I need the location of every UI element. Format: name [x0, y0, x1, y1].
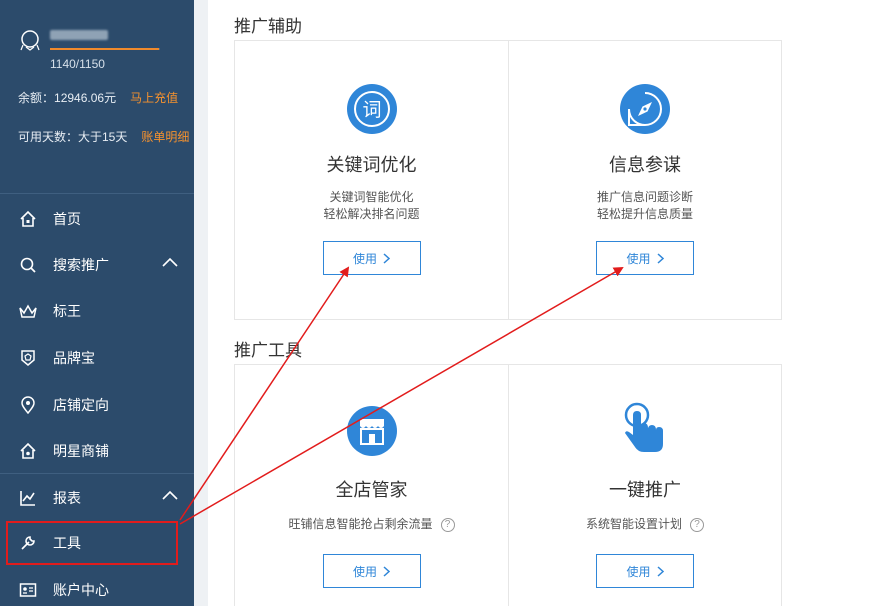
level-progress-bar — [50, 48, 160, 50]
sidebar-item-reports[interactable]: 报表 — [0, 475, 194, 521]
sidebar-item-home[interactable]: 首页 — [0, 196, 194, 242]
sidebar-item-label: 店铺定向 — [53, 397, 109, 413]
card-one-click-promo: 一键推广 系统智能设置计划? 使用 — [508, 365, 781, 606]
card-desc-line: 轻松解决排名问题 — [323, 207, 420, 221]
sidebar-item-label: 报表 — [53, 490, 81, 506]
keyword-icon: 词 — [346, 84, 397, 134]
sidebar-divider — [0, 473, 194, 474]
sidebar-item-account-center[interactable]: 账户中心 — [0, 567, 194, 606]
sidebar-item-tools[interactable]: 工具 — [6, 521, 178, 565]
sidebar-item-label: 明星商铺 — [53, 443, 109, 459]
home-icon — [18, 209, 38, 229]
sidebar-item-brand[interactable]: 品牌宝 — [0, 335, 194, 381]
balance-row: 余额：12946.06元 马上充值 — [18, 89, 178, 106]
bill-detail-link[interactable]: 账单明细 — [141, 130, 189, 144]
help-icon[interactable]: ? — [440, 518, 455, 532]
use-button-label: 使用 — [352, 251, 377, 266]
level-progress-text: 1140/1150 — [50, 57, 105, 71]
tap-hand-icon — [624, 402, 663, 452]
brand-badge-icon — [18, 348, 38, 368]
username-redacted — [50, 30, 108, 40]
sidebar: 1140/1150 余额：12946.06元 马上充值 可用天数：大于15天 账单明… — [0, 0, 194, 606]
card-keyword-optimize: 词 关键词优化 关键词智能优化 轻松解决排名问题 使用 — [235, 41, 508, 319]
sidebar-divider — [0, 193, 194, 194]
available-days-label: 可用天数：大于15天 — [18, 130, 128, 144]
star-home-icon — [18, 441, 38, 461]
card-desc-line: 系统智能设置计划 — [585, 517, 682, 531]
keyword-icon-glyph: 词 — [362, 99, 381, 121]
compass-icon — [620, 84, 670, 134]
card-desc-line: 推广信息问题诊断 — [596, 190, 693, 204]
content-gutter — [194, 0, 208, 606]
id-card-icon — [18, 580, 38, 600]
use-button-label: 使用 — [626, 564, 651, 579]
wrench-icon — [18, 533, 38, 553]
use-button-store[interactable]: 使用 — [322, 554, 421, 588]
card-desc-line: 关键词智能优化 — [329, 190, 414, 204]
level-progress-fill — [50, 48, 159, 50]
sidebar-item-label: 搜索推广 — [53, 257, 109, 273]
sidebar-item-store-target[interactable]: 店铺定向 — [0, 382, 194, 428]
chevron-right-icon — [656, 565, 664, 577]
chevron-right-icon — [383, 565, 390, 577]
card-title: 全店管家 — [335, 480, 408, 500]
balance-label: 余额： — [18, 91, 55, 105]
crown-icon — [18, 301, 38, 321]
card-info-advisor: 信息参谋 推广信息问题诊断 轻松提升信息质量 使用 — [508, 41, 781, 319]
card-desc-line: 旺铺信息智能抢占剩余流量 — [288, 517, 433, 531]
card-desc-line: 轻松提升信息质量 — [596, 207, 693, 221]
line-chart-icon — [18, 488, 38, 508]
chevron-right-icon — [383, 252, 390, 264]
tools-card-grid: 全店管家 旺铺信息智能抢占剩余流量? 使用 一键推广 系统智能设置计划? 使用 — [234, 364, 782, 606]
sidebar-item-label: 账户中心 — [53, 582, 109, 598]
use-button-onekey[interactable]: 使用 — [596, 554, 694, 588]
search-icon — [18, 255, 38, 275]
avatar-icon[interactable] — [18, 28, 42, 52]
help-icon[interactable]: ? — [690, 518, 704, 532]
assist-card-grid: 词 关键词优化 关键词智能优化 轻松解决排名问题 使用 信息参谋 推广信息问题诊… — [234, 40, 782, 320]
use-button-keyword[interactable]: 使用 — [322, 241, 421, 275]
available-days-row: 可用天数：大于15天 账单明细 — [18, 128, 189, 145]
sidebar-item-label: 标王 — [53, 303, 81, 319]
balance-value: 12946.06元 — [54, 91, 117, 105]
section-title-tools: 推广工具 — [234, 341, 302, 360]
recharge-link[interactable]: 马上充值 — [130, 91, 178, 105]
card-title: 信息参谋 — [609, 155, 681, 175]
sidebar-item-biaowang[interactable]: 标王 — [0, 288, 194, 334]
location-pin-icon — [18, 395, 38, 415]
sidebar-item-search-promo[interactable]: 搜索推广 — [0, 242, 194, 288]
storefront-icon — [346, 406, 397, 456]
card-desc: 推广信息问题诊断 轻松提升信息质量 — [509, 189, 781, 223]
sidebar-item-label: 首页 — [53, 211, 81, 227]
card-desc: 旺铺信息智能抢占剩余流量? — [235, 516, 508, 533]
use-button-label: 使用 — [626, 251, 651, 266]
sidebar-item-star-store[interactable]: 明星商铺 — [0, 428, 194, 474]
use-button-label: 使用 — [352, 564, 377, 579]
use-button-info[interactable]: 使用 — [596, 241, 694, 275]
chevron-up-icon[interactable] — [162, 490, 178, 500]
card-desc: 关键词智能优化 轻松解决排名问题 — [235, 189, 508, 223]
sidebar-item-label: 工具 — [53, 535, 81, 551]
chevron-up-icon[interactable] — [162, 257, 178, 267]
card-store-manager: 全店管家 旺铺信息智能抢占剩余流量? 使用 — [235, 365, 508, 606]
chevron-right-icon — [656, 252, 664, 264]
section-title-assist: 推广辅助 — [234, 17, 302, 36]
card-desc: 系统智能设置计划? — [509, 516, 781, 533]
card-title: 关键词优化 — [326, 155, 417, 175]
sidebar-item-label: 品牌宝 — [53, 350, 95, 366]
card-title: 一键推广 — [609, 480, 681, 500]
